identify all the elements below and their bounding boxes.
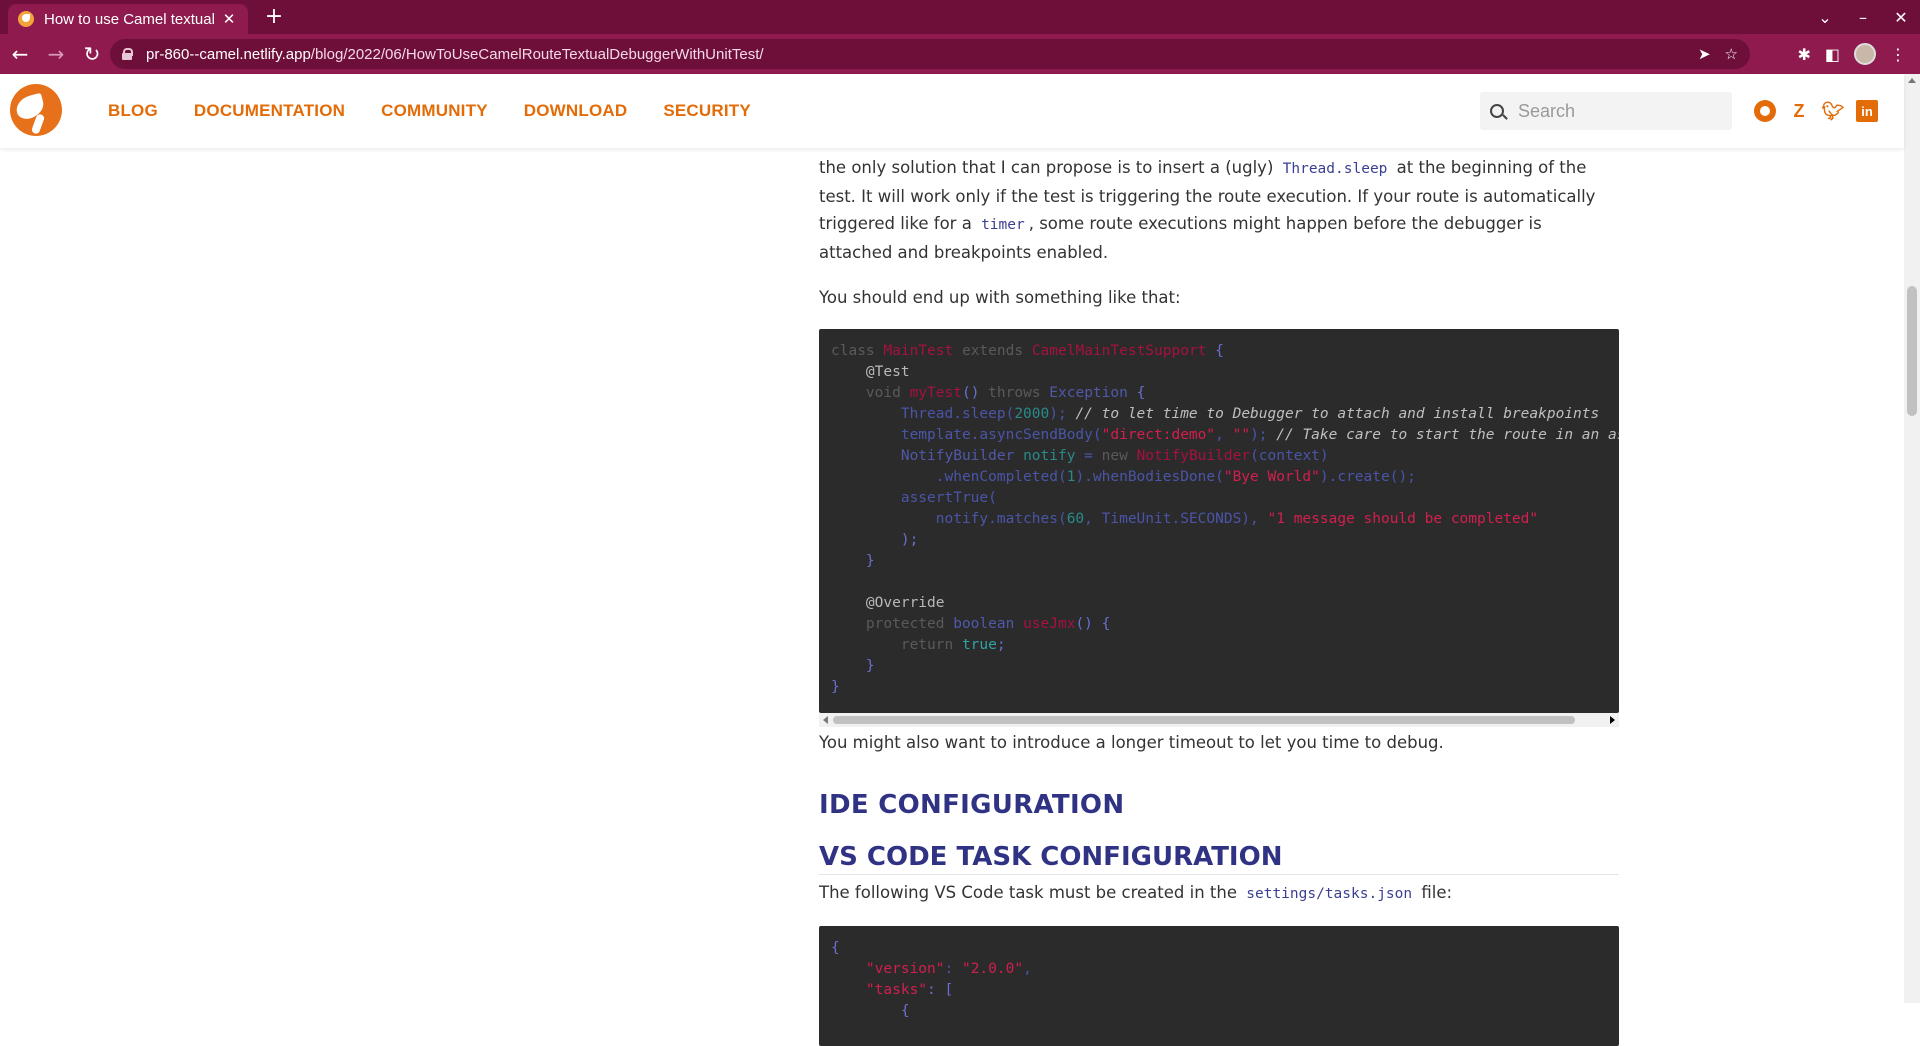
scroll-left-arrow-icon[interactable] [823,716,828,724]
paragraph-sleep-note: the only solution that I can propose is … [819,158,1596,262]
scroll-up-arrow-icon[interactable] [1908,78,1916,83]
scroll-right-arrow-icon[interactable] [1610,716,1615,724]
nav-download[interactable]: DOWNLOAD [524,101,628,121]
tab-close-icon[interactable]: ✕ [220,10,238,28]
zulip-icon[interactable]: Z [1788,100,1810,122]
apache-camel-logo-icon[interactable] [10,84,62,136]
search-input[interactable] [1518,100,1718,122]
site-header: BLOG DOCUMENTATION COMMUNITY DOWNLOAD SE… [0,74,1904,148]
linkedin-icon[interactable]: in [1856,100,1878,122]
extensions-puzzle-icon[interactable]: ✱ [1797,45,1810,64]
scrollbar-thumb[interactable] [1907,286,1917,416]
tab-title: How to use Camel textual [44,10,215,28]
paragraph-vscode-task: The following VS Code task must be creat… [819,883,1453,902]
nav-community[interactable]: COMMUNITY [381,101,488,121]
paragraph-end-up: You should end up with something like th… [819,288,1181,307]
page-scrollbar[interactable] [1904,74,1920,1003]
nav-documentation[interactable]: DOCUMENTATION [194,101,345,121]
browser-menu-icon[interactable]: ⋮ [1890,45,1906,64]
lock-icon[interactable] [122,48,133,60]
nav-blog[interactable]: BLOG [108,101,158,121]
window-controls: ⌄ – ✕ [1806,0,1920,34]
send-tab-icon[interactable]: ➤ [1698,45,1711,63]
article-content: the only solution that I can propose is … [819,148,1619,1046]
address-bar[interactable]: pr-860--camel.netlify.app/blog/2022/06/H… [110,39,1750,69]
url-text[interactable]: pr-860--camel.netlify.app/blog/2022/06/H… [146,46,764,63]
profile-avatar[interactable] [1854,43,1876,65]
reload-icon[interactable]: ↻ [76,38,108,70]
code-scrollbar-thumb[interactable] [833,716,1575,724]
side-panel-icon[interactable]: ◧ [1825,45,1840,64]
browser-toolbar: ← → ↻ pr-860--camel.netlify.app/blog/202… [0,34,1920,74]
minimize-icon[interactable]: – [1844,8,1882,27]
json-code-block[interactable]: { "version": "2.0.0", "tasks": [ { [819,926,1619,1046]
back-arrow-icon[interactable]: ← [4,38,36,70]
social-links: Z 🐦︎ in [1754,74,1878,148]
inline-code-thread-sleep: Thread.sleep [1282,161,1388,177]
heading-ide-configuration: IDE CONFIGURATION [819,790,1125,820]
bookmark-star-icon[interactable]: ☆ [1725,45,1738,63]
twitter-icon[interactable]: 🐦︎ [1822,100,1845,122]
heading-vscode-task-configuration: VS CODE TASK CONFIGURATION [819,842,1619,875]
browser-tab-strip: How to use Camel textual ✕ + ⌄ – ✕ [0,0,1920,34]
main-nav: BLOG DOCUMENTATION COMMUNITY DOWNLOAD SE… [108,74,751,148]
close-window-icon[interactable]: ✕ [1882,8,1920,27]
code-horizontal-scrollbar[interactable] [819,713,1619,727]
github-icon[interactable] [1754,100,1776,122]
paragraph-timeout: You might also want to introduce a longe… [819,733,1444,752]
search-icon [1490,104,1504,118]
inline-code-tasks-json: settings/tasks.json [1246,886,1413,902]
forward-arrow-icon[interactable]: → [40,38,72,70]
browser-tab[interactable]: How to use Camel textual ✕ [8,4,248,34]
inline-code-timer: timer [981,217,1025,233]
search-box[interactable] [1480,92,1732,130]
tab-search-icon[interactable]: ⌄ [1806,8,1844,27]
new-tab-button[interactable]: + [260,4,288,30]
nav-security[interactable]: SECURITY [663,101,751,121]
camel-favicon-icon [18,11,34,27]
java-code-block[interactable]: class MainTest extends CamelMainTestSupp… [819,329,1619,713]
